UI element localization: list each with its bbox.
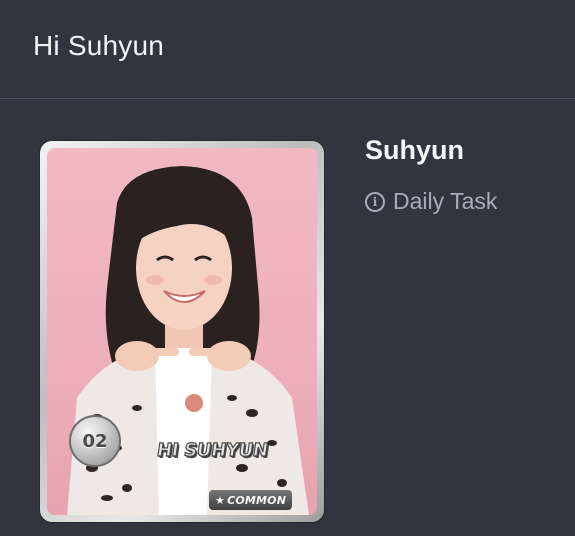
photo-card-image: 02 HI SUHYUN ★ COMMON	[47, 148, 317, 515]
header-bar: Hi Suhyun	[0, 0, 575, 99]
daily-task-link[interactable]: i Daily Task	[365, 188, 497, 215]
photo-card[interactable]: 02 HI SUHYUN ★ COMMON	[40, 141, 324, 522]
card-name-label: HI SUHYUN	[155, 439, 270, 461]
info-icon: i	[365, 191, 385, 212]
member-name: Suhyun	[365, 135, 464, 165]
page-title: Hi Suhyun	[33, 30, 164, 61]
card-rarity-label: COMMON	[227, 493, 287, 507]
star-icon: ★	[215, 493, 226, 507]
daily-task-label: Daily Task	[393, 188, 498, 214]
card-number-badge: 02	[69, 415, 121, 467]
card-rarity-badge: ★ COMMON	[209, 490, 293, 510]
